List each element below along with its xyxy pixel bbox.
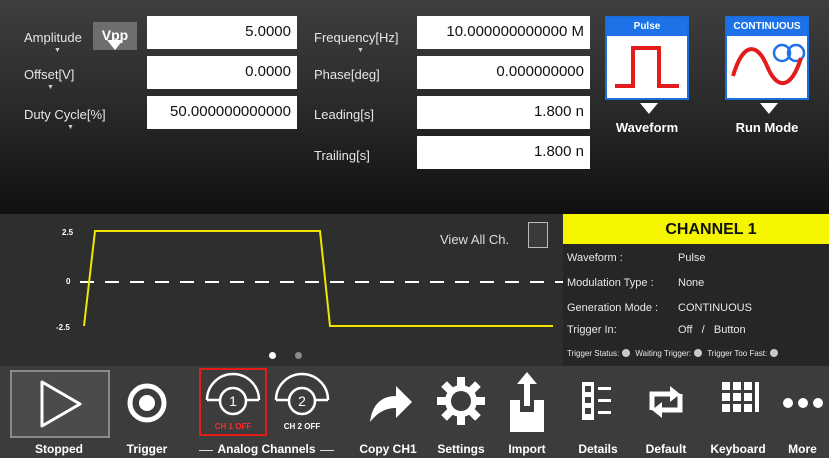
duty-cycle-field[interactable]: 50.000000000000 <box>147 96 297 129</box>
leading-label: Leading[s] <box>314 107 374 122</box>
stopped-button[interactable]: Stopped <box>0 366 118 458</box>
more-button[interactable]: More <box>776 366 829 458</box>
copy-channel-button[interactable]: Copy CH1 <box>350 366 426 458</box>
info-modulation-label: Modulation Type : <box>567 277 654 289</box>
keyboard-label: Keyboard <box>710 442 766 456</box>
analog-channels-divider-left <box>199 450 213 451</box>
details-button[interactable]: Details <box>567 366 629 458</box>
stopped-frame <box>10 370 110 438</box>
waveform-preview: 2.5 0 -2.5 View All Ch. <box>0 214 563 366</box>
reset-icon <box>649 386 683 418</box>
analog-channels-divider-right <box>320 450 334 451</box>
trigger-too-fast-label: Trigger Too Fast: <box>707 349 768 358</box>
settings-button[interactable]: Settings <box>426 366 496 458</box>
leading-field[interactable]: 1.800 n <box>417 96 590 129</box>
run-mode-arrow-icon[interactable] <box>760 103 778 114</box>
keyboard-icon <box>722 382 759 412</box>
ch2-status: CH 2 OFF <box>283 422 321 431</box>
pulse-wave-icon <box>615 46 679 88</box>
info-generation-value: CONTINUOUS <box>678 302 752 314</box>
trailing-field[interactable]: 1.800 n <box>417 136 590 169</box>
offset-caret-icon[interactable]: ▼ <box>47 84 54 91</box>
analog-channels-label: Analog Channels <box>217 442 316 456</box>
waiting-trigger-indicator-icon <box>694 349 703 357</box>
unit-dropdown-arrow-icon[interactable] <box>107 40 123 50</box>
trigger-label: Trigger <box>126 442 168 456</box>
ch1-icon: 1 <box>205 372 261 416</box>
trigger-status-row: Trigger Status: Waiting Trigger: Trigger… <box>567 349 781 358</box>
stopped-label: Stopped <box>35 442 83 456</box>
continuous-wave-icon <box>731 43 806 86</box>
trigger-status-indicator-icon <box>622 349 631 357</box>
import-label: Import <box>508 442 546 456</box>
ch2-number: 2 <box>298 393 306 409</box>
amplitude-label: Amplitude <box>24 30 82 45</box>
run-mode-caption: Run Mode <box>735 120 799 135</box>
details-label: Details <box>578 442 618 456</box>
ch1-number: 1 <box>229 393 237 409</box>
page-dot[interactable] <box>295 352 302 359</box>
more-dots-icon <box>783 398 823 408</box>
view-all-channels-checkbox[interactable] <box>528 222 548 248</box>
trigger-icon <box>127 383 167 423</box>
duty-cycle-caret-icon[interactable]: ▼ <box>67 124 74 131</box>
gear-icon <box>437 377 485 425</box>
info-waveform-value: Pulse <box>678 252 706 264</box>
trailing-label: Trailing[s] <box>314 148 370 163</box>
frequency-field[interactable]: 10.000000000000 M <box>417 16 590 49</box>
frequency-caret-icon[interactable]: ▼ <box>357 47 364 54</box>
info-waveform-label: Waveform : <box>567 252 623 264</box>
page-dot-active[interactable] <box>269 352 276 359</box>
ch2-icon: 2 <box>274 372 330 416</box>
amplitude-field[interactable]: 5.0000 <box>147 16 297 49</box>
info-trigger-in-label: Trigger In: <box>567 324 617 336</box>
copy-channel-label: Copy CH1 <box>359 442 417 456</box>
import-button[interactable]: Import <box>496 366 558 458</box>
run-mode-selector[interactable]: CONTINUOUS <box>725 16 809 100</box>
amplitude-caret-icon[interactable]: ▼ <box>54 47 61 54</box>
phase-field[interactable]: 0.000000000 <box>417 56 590 89</box>
waveform-selector[interactable]: Pulse <box>605 16 689 100</box>
parameters-panel: Amplitude ▼ Vpp 5.0000 Offset[V] ▼ 0.000… <box>0 0 829 214</box>
waveform-caption: Waveform <box>615 120 679 135</box>
default-label: Default <box>645 442 687 456</box>
channel-info-panel: CHANNEL 1 Waveform : Pulse Modulation Ty… <box>563 214 829 366</box>
play-icon <box>40 380 82 428</box>
offset-label: Offset[V] <box>24 67 75 82</box>
channel-title[interactable]: CHANNEL 1 <box>563 214 829 244</box>
info-modulation-value: None <box>678 277 705 289</box>
run-mode-tile-header: CONTINUOUS <box>727 18 807 36</box>
waveform-tile-header: Pulse <box>607 18 687 36</box>
ch1-status: CH 1 OFF <box>214 422 252 431</box>
y-tick-bottom: -2.5 <box>56 323 70 332</box>
settings-label: Settings <box>437 442 485 456</box>
view-all-channels-label: View All Ch. <box>440 232 510 247</box>
more-label: More <box>788 442 817 456</box>
import-icon <box>510 372 544 432</box>
waiting-trigger-label: Waiting Trigger: <box>635 349 692 358</box>
frequency-label: Frequency[Hz] <box>314 30 399 45</box>
info-trigger-in-value: Off / Button <box>678 324 746 336</box>
duty-cycle-label: Duty Cycle[%] <box>24 107 106 122</box>
trigger-status-label: Trigger Status: <box>567 349 620 358</box>
default-button[interactable]: Default <box>632 366 700 458</box>
trigger-button[interactable]: Trigger <box>118 366 176 458</box>
y-tick-top: 2.5 <box>62 228 74 237</box>
trigger-too-fast-indicator-icon <box>770 349 779 357</box>
info-generation-label: Generation Mode : <box>567 302 659 314</box>
bottom-toolbar: Stopped Trigger 1 CH 1 OFF 2 CH 2 OFF An… <box>0 366 829 458</box>
offset-field[interactable]: 0.0000 <box>147 56 297 89</box>
copy-arrow-icon <box>370 386 412 422</box>
waveform-arrow-icon[interactable] <box>640 103 658 114</box>
phase-label: Phase[deg] <box>314 67 380 82</box>
keyboard-button[interactable]: Keyboard <box>700 366 776 458</box>
y-tick-zero: 0 <box>66 277 71 286</box>
details-icon <box>582 382 611 420</box>
